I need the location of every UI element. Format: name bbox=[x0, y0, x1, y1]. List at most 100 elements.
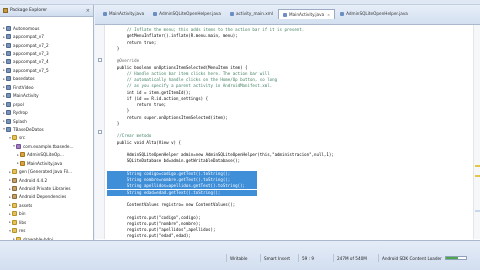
package-explorer-tab[interactable]: Package Explorer × bbox=[0, 5, 93, 17]
code-line[interactable]: } bbox=[107, 46, 119, 52]
tree-item[interactable]: ▸ Android Private Libraries bbox=[0, 184, 93, 192]
package-explorer-panel: Package Explorer × ▸ Autonomous ▸ appcompat… bbox=[0, 5, 94, 267]
tree-item[interactable]: ▸ appcompat_v7_3 bbox=[0, 49, 93, 57]
tree-item[interactable]: ▸ Android Dependencies bbox=[0, 193, 93, 201]
tree-item[interactable]: ▾ res bbox=[0, 227, 93, 235]
tree-item[interactable]: ▸ appcompat_v7 bbox=[0, 32, 93, 40]
overview-ruler[interactable] bbox=[473, 25, 480, 239]
tree-item-label: Android Dependencies bbox=[19, 194, 67, 200]
tree-item-label: Android Private Libraries bbox=[19, 186, 71, 192]
code-editor: MainActivity.java AdminSQLiteOpenHelper.j… bbox=[95, 5, 480, 240]
tree-item[interactable]: ▸ libs bbox=[0, 218, 93, 226]
editor-tab[interactable]: activity_main.xml bbox=[226, 9, 277, 18]
code-area[interactable]: // Inflate the menu; this adds items to … bbox=[95, 25, 480, 239]
lib-icon bbox=[12, 186, 17, 192]
editor-tab-label: AdminSQLiteOpenHelper.java bbox=[346, 11, 408, 16]
tree-item[interactable]: ▸ Autonomous bbox=[0, 24, 93, 32]
tree-item-label: AdminSQLiteOp... bbox=[27, 152, 64, 158]
editor-tab[interactable]: AdminSQLiteOpenHelper.java bbox=[149, 9, 225, 18]
tree-item[interactable]: ▸ appcompat_v7_4 bbox=[0, 58, 93, 66]
tree-item[interactable]: ▾ com.example.tbasede... bbox=[0, 142, 93, 150]
tree-item[interactable]: ▸ prpol bbox=[0, 100, 93, 108]
tree-item[interactable]: ▸ FirstVideo bbox=[0, 83, 93, 91]
close-tab-icon[interactable]: × bbox=[327, 13, 330, 17]
java-icon bbox=[20, 160, 25, 166]
editor-tab-bar: MainActivity.java AdminSQLiteOpenHelper.j… bbox=[95, 5, 480, 25]
tree-item[interactable]: ▸ gen [Generated Java Fil... bbox=[0, 167, 93, 175]
code-line[interactable]: AdminSQLiteOpenHelper admin=new AdminSQL… bbox=[107, 152, 334, 158]
project-icon bbox=[6, 76, 11, 82]
code-line[interactable]: } bbox=[107, 108, 129, 114]
editor-tab[interactable]: AdminSQLiteOpenHelper.java bbox=[336, 9, 412, 18]
code-line[interactable]: ContentValues registro= new ContentValue… bbox=[107, 202, 235, 208]
package-tree: ▸ Autonomous ▸ appcompat_v7 ▸ appcompat_v7_2 ▸… bbox=[0, 22, 93, 270]
tree-item[interactable]: ▾ TBaseDeDatos bbox=[0, 125, 93, 133]
code-line[interactable]: //Crear metodo bbox=[107, 133, 152, 139]
cursor-position: 59 : 9 bbox=[298, 254, 328, 262]
code-line[interactable]: public boolean onOptionsItemSelected(Men… bbox=[107, 65, 248, 71]
code-line[interactable]: return super.onOptionsItemSelected(item)… bbox=[107, 115, 228, 121]
code-line[interactable]: if (id == R.id.action_settings) { bbox=[107, 96, 208, 102]
code-line[interactable]: // Handle action bar item clicks here. T… bbox=[107, 71, 270, 77]
tree-item[interactable]: ▸ assets bbox=[0, 201, 93, 209]
tree-item[interactable]: ▸ AdminSQLiteOp... bbox=[0, 151, 93, 159]
code-line[interactable]: } bbox=[107, 121, 119, 127]
code-line[interactable]: return true; bbox=[107, 102, 167, 108]
tree-item-label: assets bbox=[19, 202, 33, 208]
code-line[interactable]: getMenuInflater().inflate(R.menu.main, m… bbox=[107, 33, 238, 39]
fold-toggle-icon[interactable] bbox=[98, 130, 102, 134]
code-line[interactable]: public void Alta(View v) { bbox=[107, 140, 181, 146]
code-line[interactable]: // as you specify a parent activity in A… bbox=[107, 83, 272, 89]
project-icon bbox=[6, 93, 11, 99]
writable-status: Writable bbox=[226, 254, 260, 262]
code-line[interactable]: registro.put("apellidos",apellidos); bbox=[107, 227, 216, 233]
tree-item-label: src bbox=[19, 135, 26, 141]
tree-item[interactable]: ▸ MainActivity bbox=[0, 92, 93, 100]
tree-item[interactable]: ▸ appcompat_v7_2 bbox=[0, 41, 93, 49]
source-code[interactable]: // Inflate the menu; this adds items to … bbox=[107, 25, 467, 239]
editor-tab[interactable]: MainActivity.java bbox=[99, 9, 148, 18]
tree-item-label: Autonomous bbox=[13, 25, 40, 31]
tree-item[interactable]: ▾ src bbox=[0, 134, 93, 142]
project-icon bbox=[6, 101, 11, 107]
editor-tab-label: MainActivity.java bbox=[288, 12, 325, 17]
java-icon bbox=[20, 152, 25, 158]
code-line[interactable]: SQLiteDatabase bd=admin.getWritableDatab… bbox=[107, 158, 240, 164]
fold-toggle-icon[interactable] bbox=[98, 58, 102, 62]
tree-item-label: TBaseDeDatos bbox=[13, 126, 44, 132]
tree-item[interactable]: ▸ MainActivity.java bbox=[0, 159, 93, 167]
memory-status[interactable]: 247M of 540M bbox=[333, 254, 375, 262]
code-line[interactable]: registro.put("edad",edad); bbox=[107, 233, 191, 239]
editor-tab[interactable]: MainActivity.java × bbox=[277, 9, 336, 19]
background-task[interactable]: Android SDK Content Loader bbox=[378, 254, 478, 262]
tree-item[interactable]: ▸ appcompat_v7_5 bbox=[0, 66, 93, 74]
tree-item[interactable]: ▸ bin bbox=[0, 210, 93, 218]
project-icon bbox=[6, 67, 11, 73]
code-line[interactable]: registro.put("nombre",nombre); bbox=[107, 221, 201, 227]
editor-tab-label: activity_main.xml bbox=[235, 11, 273, 16]
code-line[interactable]: // Inflate the menu; this adds items to … bbox=[107, 27, 304, 33]
tree-item-label: Splash bbox=[13, 118, 27, 124]
code-line[interactable]: @Override bbox=[107, 58, 139, 64]
selected-code-line[interactable]: String nombre=nombre.getText().toString(… bbox=[107, 177, 257, 183]
selected-code-line[interactable]: String codigo=codigo.getText().toString(… bbox=[107, 170, 257, 177]
tree-item[interactable]: ▸ Rydrop bbox=[0, 108, 93, 116]
tree-item[interactable]: ▸ basedatos bbox=[0, 75, 93, 83]
tree-item[interactable]: ▸ Android 4.4.2 bbox=[0, 176, 93, 184]
code-line[interactable]: int id = item.getItemId(); bbox=[107, 90, 191, 96]
close-icon[interactable]: × bbox=[86, 8, 90, 14]
code-line[interactable]: return true; bbox=[107, 40, 157, 46]
selected-code-line[interactable]: String apellidos=apellidos.getText().toS… bbox=[107, 183, 257, 190]
tree-item-label: MainActivity bbox=[13, 93, 39, 99]
project-icon bbox=[6, 25, 11, 31]
tree-item[interactable]: ▸ Splash bbox=[0, 117, 93, 125]
code-line[interactable]: // automatically handle clicks on the Ho… bbox=[107, 77, 277, 83]
selected-code-line[interactable]: String edad=edad.getText().toString(); bbox=[107, 189, 257, 196]
warning-marker[interactable] bbox=[475, 165, 480, 167]
tree-item-label: appcompat_v7_5 bbox=[13, 67, 49, 73]
occurrence-marker[interactable] bbox=[475, 210, 480, 212]
warning-marker[interactable] bbox=[475, 175, 480, 177]
tree-item-label: FirstVideo bbox=[13, 84, 34, 90]
folder-icon bbox=[12, 169, 17, 175]
code-line[interactable]: registro.put("codigo",codigo); bbox=[107, 215, 201, 221]
